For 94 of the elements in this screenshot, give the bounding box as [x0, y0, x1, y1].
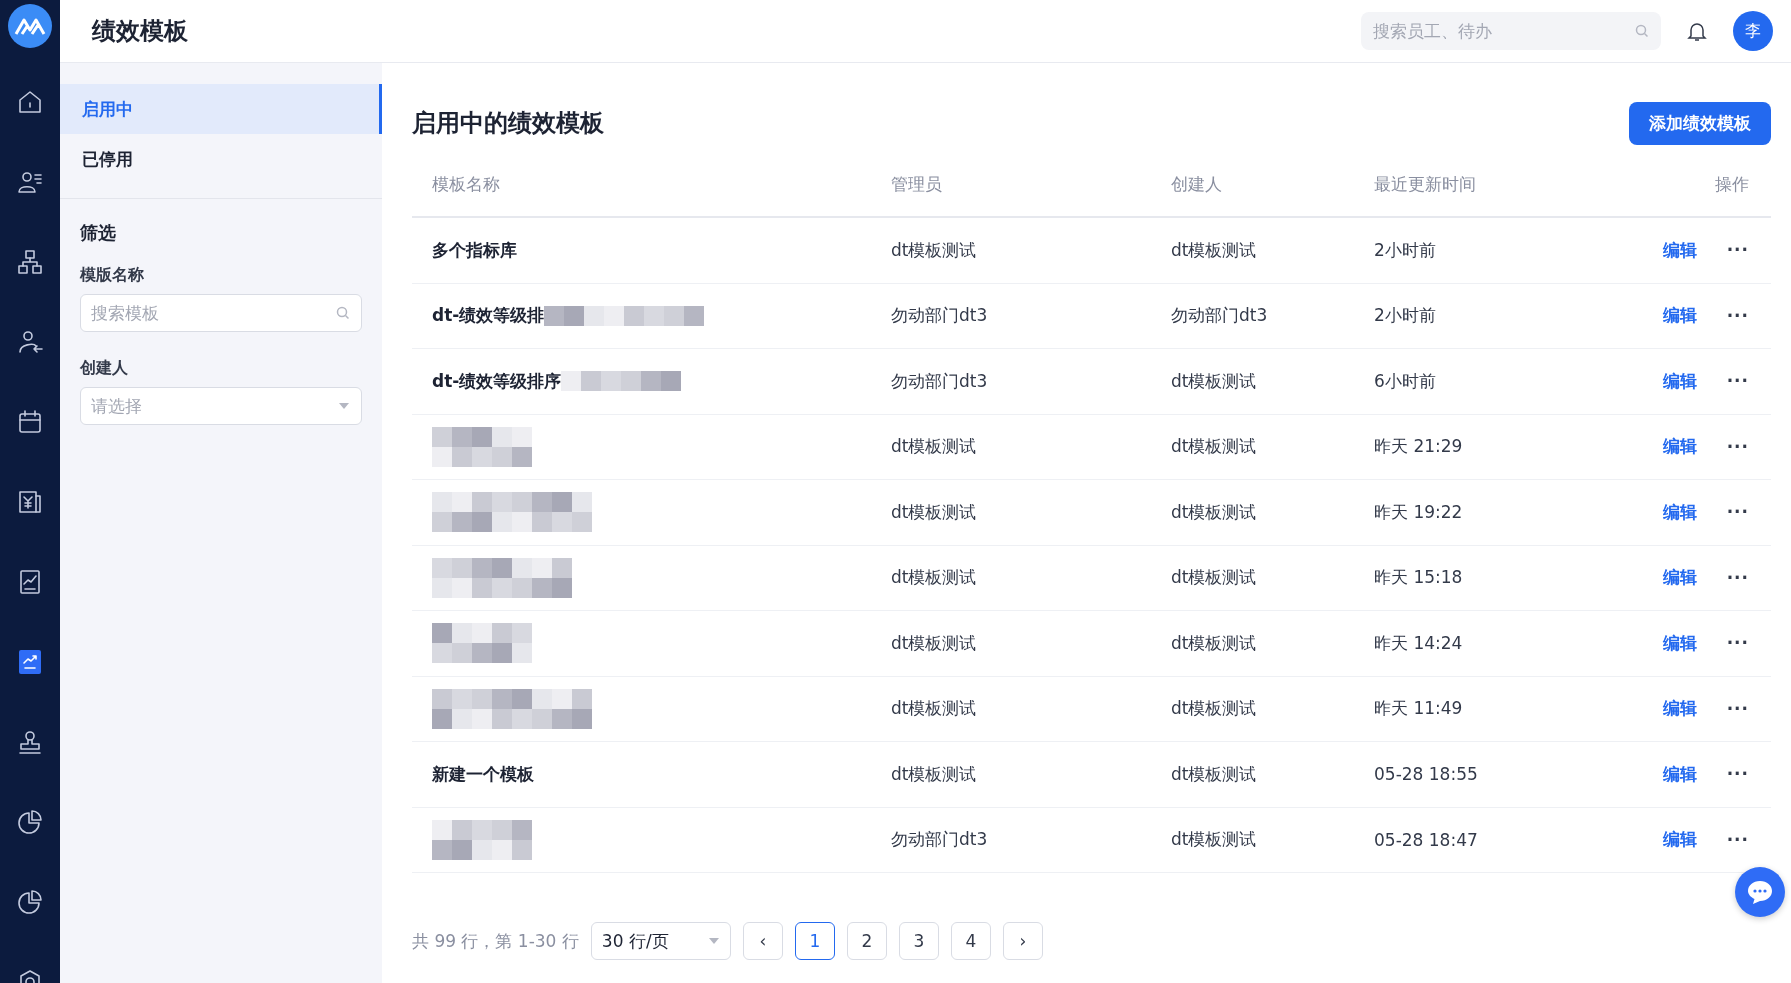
page-button[interactable]: 2	[846, 922, 887, 960]
nav-pie-icon[interactable]	[16, 808, 44, 836]
filter-label: 创建人	[80, 358, 129, 379]
table-cell-text: dt模板测试	[1171, 631, 1258, 655]
nav-pie-icon[interactable]	[16, 888, 44, 916]
search-icon	[336, 306, 350, 320]
edit-link[interactable]: 编辑	[1662, 566, 1697, 590]
page-button[interactable]: 1	[794, 922, 835, 960]
table-cell-text: 昨天 11:49	[1374, 697, 1464, 721]
page-size-select[interactable]: 30 行/页	[590, 922, 731, 960]
table-cell-text: 2小时前	[1374, 304, 1437, 328]
more-button[interactable]: ···	[1726, 371, 1749, 392]
nav-org-icon[interactable]	[16, 248, 44, 276]
filter-label: 模版名称	[80, 265, 145, 286]
template-name: dt-绩效等级排	[432, 304, 545, 328]
table-cell-text: dt模板测试	[1171, 500, 1258, 524]
template-name: 新建一个模板	[432, 762, 534, 786]
table-cell-text: 勿动部门dt3	[891, 828, 989, 852]
more-button[interactable]: ···	[1726, 567, 1749, 588]
table-cell-text: 昨天 15:18	[1374, 566, 1464, 590]
app-logo[interactable]	[8, 4, 52, 48]
edit-link[interactable]: 编辑	[1662, 828, 1697, 852]
table-cell-text: dt模板测试	[891, 762, 978, 786]
filter-heading: 筛选	[80, 221, 117, 245]
table-cell-text: 6小时前	[1374, 369, 1437, 393]
more-button[interactable]: ···	[1726, 698, 1749, 719]
table-cell-text: 昨天 14:24	[1374, 631, 1464, 655]
table-cell-text: dt模板测试	[1171, 238, 1258, 262]
table-cell-text: dt模板测试	[891, 566, 978, 590]
column-header: 最近更新时间	[1374, 173, 1477, 196]
table-cell-text: 昨天 19:22	[1374, 500, 1464, 524]
edit-link[interactable]: 编辑	[1662, 631, 1697, 655]
table-cell-text: dt模板测试	[1171, 828, 1258, 852]
more-button[interactable]: ···	[1726, 305, 1749, 326]
table-cell-text: 勿动部门dt3	[1171, 304, 1269, 328]
table-cell-text: 2小时前	[1374, 238, 1437, 262]
table-cell-text: dt模板测试	[1171, 566, 1258, 590]
table-cell-text: dt模板测试	[1171, 369, 1258, 393]
table-cell-text: dt模板测试	[1171, 435, 1258, 459]
search-field[interactable]: 搜索员工、待办	[1361, 12, 1661, 50]
template-name: dt-绩效等级排序	[432, 369, 562, 393]
nav-stamp-icon[interactable]	[16, 728, 44, 756]
status-tab[interactable]: 已停用	[60, 134, 382, 184]
template-name: 多个指标库	[432, 238, 517, 262]
more-button[interactable]: ···	[1726, 633, 1749, 654]
caret-icon	[707, 937, 720, 945]
table-cell-text: dt模板测试	[891, 435, 978, 459]
page-title: 绩效模板	[92, 16, 188, 47]
section-title: 启用中的绩效模板	[412, 108, 604, 139]
creator-select[interactable]: 请选择	[80, 387, 362, 425]
edit-link[interactable]: 编辑	[1662, 697, 1697, 721]
more-button[interactable]: ···	[1726, 240, 1749, 261]
column-header: 创建人	[1171, 173, 1223, 196]
column-header: 模板名称	[431, 173, 501, 196]
row-count-text: 共 99 行，第 1-30 行	[412, 929, 579, 953]
table-cell-text: 勿动部门dt3	[891, 369, 989, 393]
edit-link[interactable]: 编辑	[1662, 369, 1697, 393]
edit-link[interactable]: 编辑	[1662, 762, 1697, 786]
table-cell-text: 勿动部门dt3	[891, 304, 989, 328]
more-button[interactable]: ···	[1726, 764, 1749, 785]
user-avatar[interactable]: 李	[1733, 11, 1773, 51]
edit-link[interactable]: 编辑	[1662, 304, 1697, 328]
template-search-field[interactable]: 搜索模板	[80, 294, 362, 332]
table-cell-text: 05-28 18:55	[1374, 764, 1479, 785]
table-cell-text: 昨天 21:29	[1374, 435, 1464, 459]
nav-home-icon[interactable]	[16, 88, 44, 116]
more-button[interactable]: ···	[1726, 829, 1749, 850]
edit-link[interactable]: 编辑	[1662, 500, 1697, 524]
column-header: 操作	[1714, 173, 1750, 196]
nav-salary-icon[interactable]	[16, 488, 44, 516]
page-button[interactable]: 3	[898, 922, 939, 960]
table-cell-text: dt模板测试	[891, 238, 978, 262]
table-cell-text: dt模板测试	[1171, 697, 1258, 721]
table-cell-text: dt模板测试	[891, 631, 978, 655]
edit-link[interactable]: 编辑	[1662, 238, 1697, 262]
status-tab[interactable]: 启用中	[60, 84, 382, 134]
next-page-button[interactable]: ›	[1002, 922, 1043, 960]
edit-link[interactable]: 编辑	[1662, 435, 1697, 459]
nav-transfer-icon[interactable]	[16, 328, 44, 356]
caret-icon	[338, 402, 350, 410]
add-template-button[interactable]: 添加绩效模板	[1629, 101, 1771, 145]
table-cell-text: dt模板测试	[1171, 762, 1258, 786]
more-button[interactable]: ···	[1726, 436, 1749, 457]
nav-performance-icon[interactable]	[16, 648, 44, 676]
table-cell-text: dt模板测试	[891, 500, 978, 524]
search-icon	[1635, 24, 1649, 38]
previous-page-button[interactable]: ‹	[742, 922, 783, 960]
table-cell-text: dt模板测试	[891, 697, 978, 721]
column-header: 管理员	[891, 173, 943, 196]
page-button[interactable]: 4	[950, 922, 991, 960]
more-button[interactable]: ···	[1726, 502, 1749, 523]
chat-bubble-icon[interactable]	[1735, 867, 1785, 917]
nav-calendar-icon[interactable]	[16, 408, 44, 436]
table-cell-text: 05-28 18:47	[1374, 829, 1479, 850]
